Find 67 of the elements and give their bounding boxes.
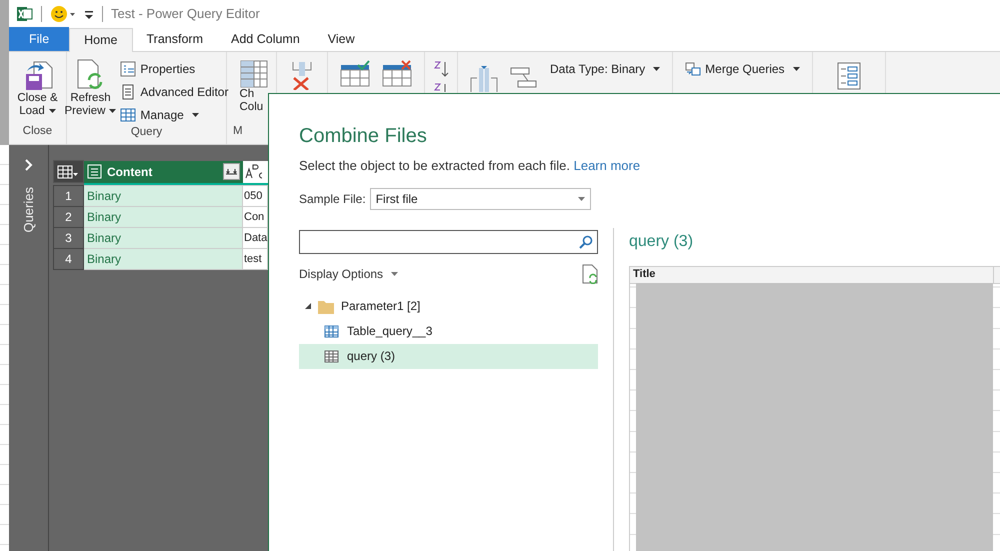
table-cell: Binary bbox=[84, 206, 242, 228]
table-icon bbox=[120, 107, 136, 123]
script-icon bbox=[120, 84, 136, 100]
customize-toolbar-icon[interactable] bbox=[84, 8, 94, 20]
row-number: 3 bbox=[54, 228, 84, 248]
smiley-icon[interactable] bbox=[50, 5, 76, 23]
expand-column-icon[interactable] bbox=[222, 163, 240, 180]
caret-icon bbox=[109, 108, 116, 113]
row-number: 2 bbox=[54, 206, 84, 228]
columns-icon bbox=[240, 60, 268, 88]
dialog-description: Select the object to be extracted from each file. Learn more bbox=[299, 157, 642, 175]
properties-icon bbox=[120, 61, 136, 77]
table-icon bbox=[323, 322, 341, 340]
expand-chevron-icon[interactable] bbox=[24, 159, 34, 171]
split-column-icon[interactable] bbox=[470, 64, 498, 94]
table-cell: Data bbox=[242, 228, 268, 248]
preview-title: query (3) bbox=[629, 232, 694, 252]
dialog-title: Combine Files bbox=[299, 124, 428, 148]
window-title: Test - Power Query Editor bbox=[111, 5, 260, 24]
ribbon-tab[interactable]: Home bbox=[69, 28, 132, 52]
refresh-preview-button[interactable]: Refresh Preview bbox=[64, 58, 116, 124]
sample-file-dropdown[interactable]: First file bbox=[370, 188, 591, 210]
column-header[interactable] bbox=[242, 160, 268, 182]
search-icon bbox=[579, 234, 593, 248]
table-cell: Binary bbox=[84, 248, 242, 270]
table-cell: Con bbox=[242, 206, 268, 228]
display-options-dropdown[interactable]: Display Options bbox=[299, 264, 398, 282]
group-label: Query bbox=[130, 125, 162, 140]
table-cell: Binary bbox=[84, 228, 242, 248]
close-load-button[interactable]: Close & Load bbox=[17, 52, 58, 118]
row-number: 4 bbox=[54, 248, 84, 270]
expanded-arrow-icon[interactable] bbox=[305, 303, 311, 309]
list-type-icon bbox=[87, 164, 102, 179]
column-header[interactable]: Content bbox=[84, 160, 242, 182]
ribbon-button[interactable]: Properties bbox=[120, 60, 228, 78]
caret-icon bbox=[578, 196, 585, 200]
table-cell: Binary bbox=[84, 186, 242, 206]
group-label: M bbox=[232, 124, 243, 139]
refresh-icon[interactable] bbox=[582, 264, 598, 284]
sample-file-label: Sample File: bbox=[299, 190, 366, 208]
caret-icon bbox=[48, 108, 56, 113]
parameters-icon[interactable] bbox=[836, 62, 861, 90]
file-tab[interactable]: File bbox=[9, 27, 70, 51]
excel-icon bbox=[17, 6, 33, 22]
tree-item[interactable]: Parameter1 [2] bbox=[299, 294, 598, 318]
group-label: Close bbox=[22, 124, 52, 139]
caret-icon bbox=[391, 272, 398, 276]
ribbon-button[interactable]: Advanced Editor bbox=[120, 83, 228, 101]
row-number: 1 bbox=[54, 186, 84, 206]
text-type-icon bbox=[244, 164, 264, 180]
tree-item[interactable]: query (3) bbox=[299, 344, 598, 368]
table-menu-icon[interactable] bbox=[57, 164, 79, 178]
remove-rows-icon[interactable] bbox=[382, 60, 412, 88]
sort-ascending-icon[interactable] bbox=[433, 60, 449, 78]
choose-columns-button[interactable]: Ch Colu bbox=[236, 52, 268, 114]
table-cell: 050 bbox=[242, 186, 268, 206]
learn-more-link[interactable]: Learn more bbox=[574, 158, 640, 173]
ribbon-button[interactable]: Data Type: Binary bbox=[550, 60, 660, 78]
merge-icon bbox=[685, 62, 702, 76]
queries-pane-label[interactable]: Queries bbox=[18, 187, 38, 233]
table-cell: test bbox=[242, 248, 268, 270]
ribbon-button[interactable]: Manage bbox=[120, 106, 228, 124]
grid-icon bbox=[323, 348, 341, 364]
ribbon-button[interactable]: Merge Queries bbox=[685, 60, 800, 78]
tree-item[interactable]: Table_query__3 bbox=[299, 318, 598, 344]
keep-rows-icon[interactable] bbox=[340, 60, 370, 88]
search-field[interactable] bbox=[299, 230, 598, 254]
